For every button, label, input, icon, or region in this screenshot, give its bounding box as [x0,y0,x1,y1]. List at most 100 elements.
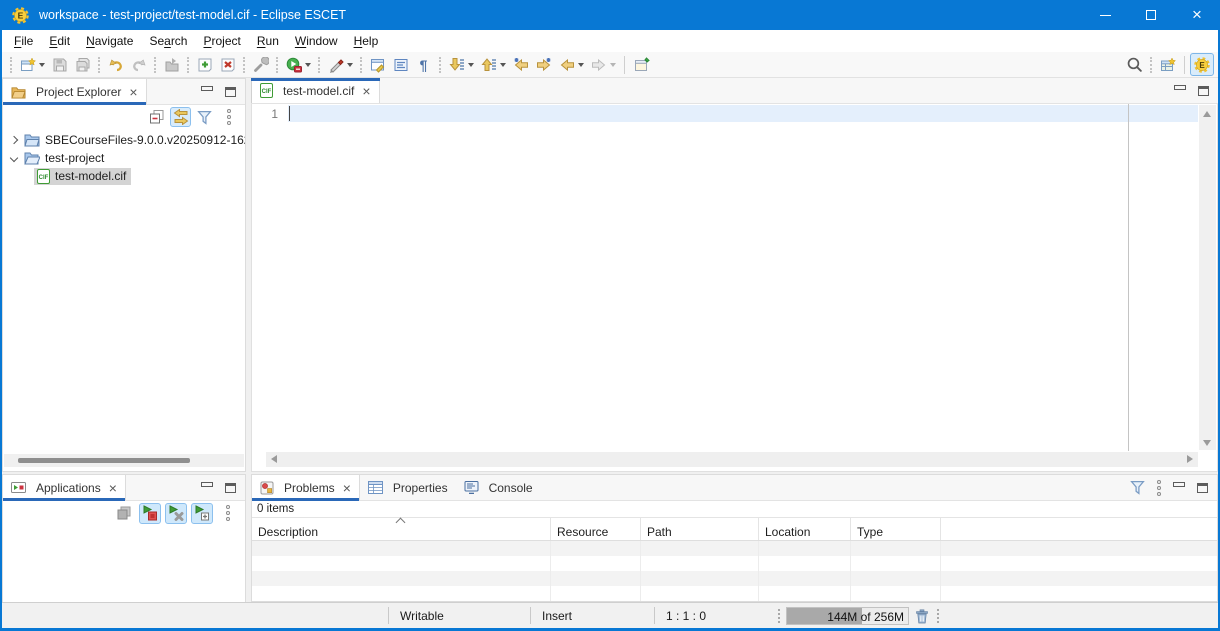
previous-annotation-dropdown[interactable] [500,63,506,67]
maximize-view-button[interactable] [225,87,236,97]
close-tab-icon[interactable]: × [343,481,351,495]
stacked-windows-button[interactable] [113,503,135,524]
terminate-application-button[interactable] [139,503,161,524]
status-grip[interactable] [937,609,939,623]
close-tab-icon[interactable]: × [129,85,137,99]
escet-perspective-button[interactable]: E [1190,53,1214,76]
external-tools-button[interactable] [324,54,347,76]
close-tab-icon[interactable]: × [109,481,117,495]
minimize-view-button[interactable] [201,482,213,487]
toolbar-grip[interactable] [318,57,320,73]
minimize-window-button[interactable] [1082,0,1128,30]
minimize-view-button[interactable] [1173,482,1185,487]
delete-item-button[interactable] [216,54,239,76]
block-selection-button[interactable] [389,54,412,76]
next-annotation-dropdown[interactable] [468,63,474,67]
external-tools-dropdown[interactable] [347,63,353,67]
save-button[interactable] [48,54,71,76]
applications-content[interactable] [3,525,245,603]
run-garbage-collector-button[interactable] [913,608,931,625]
new-wizard-button[interactable] [16,54,39,76]
collapse-all-button[interactable] [146,107,167,127]
open-perspective-button[interactable] [1156,54,1179,76]
show-whitespace-button[interactable]: ¶ [412,54,435,76]
problems-table-body[interactable] [252,541,1217,601]
view-menu-icon[interactable] [1157,480,1161,496]
tree-item-test-project[interactable]: test-project [3,149,245,167]
toolbar-grip[interactable] [276,57,278,73]
explorer-horizontal-scrollbar[interactable] [4,454,244,467]
back-dropdown[interactable] [578,63,584,67]
tab-problems[interactable]: Problems × [252,475,360,500]
toolbar-grip[interactable] [1150,57,1152,73]
view-menu-button[interactable] [218,107,239,127]
chevron-right-icon[interactable] [10,136,18,144]
filter-button[interactable] [194,107,215,127]
editor-horizontal-scrollbar[interactable] [266,452,1198,467]
tab-test-model-cif[interactable]: CIF test-model.cif × [251,78,380,103]
menu-navigate[interactable]: Navigate [78,31,141,51]
title-bar[interactable]: E workspace - test-project/test-model.ci… [0,0,1220,30]
tree-item-sbecoursefiles[interactable]: SBECourseFiles-9.0.0.v20250912-16241 [3,131,245,149]
tab-applications[interactable]: Applications × [3,475,126,500]
view-menu-button[interactable] [217,503,239,524]
status-grip[interactable] [778,609,780,623]
minimize-view-button[interactable] [201,86,213,91]
run-dropdown[interactable] [305,63,311,67]
scroll-left-icon[interactable] [271,455,277,463]
run-button[interactable] [282,54,305,76]
column-resource[interactable]: Resource [551,518,641,540]
previous-edit-location-button[interactable] [509,54,532,76]
mark-occurrences-button[interactable] [366,54,389,76]
tab-project-explorer[interactable]: Project Explorer × [3,79,147,104]
minimize-editor-button[interactable] [1174,85,1186,90]
heap-status-widget[interactable]: 144M of 256M [786,607,909,625]
back-button[interactable] [555,54,578,76]
toolbar-grip[interactable] [187,57,189,73]
chevron-down-icon[interactable] [10,154,18,162]
menu-run[interactable]: Run [249,31,287,51]
search-button[interactable] [1123,54,1146,76]
column-path[interactable]: Path [641,518,759,540]
tab-properties[interactable]: Properties [360,475,456,500]
forward-dropdown[interactable] [610,63,616,67]
new-wizard-dropdown[interactable] [39,63,45,67]
menu-help[interactable]: Help [346,31,387,51]
menu-edit[interactable]: Edit [41,31,78,51]
menu-file[interactable]: File [6,31,41,51]
close-window-button[interactable]: × [1174,0,1220,30]
wrench-button[interactable] [249,54,272,76]
auto-expand-application-button[interactable] [191,503,213,524]
next-edit-location-button[interactable] [532,54,555,76]
column-location[interactable]: Location [759,518,851,540]
maximize-editor-button[interactable] [1198,86,1209,96]
save-all-button[interactable] [71,54,94,76]
tree-item-test-model[interactable]: CIF test-model.cif [3,167,245,185]
forward-button[interactable] [587,54,610,76]
text-editor[interactable]: 1 [251,104,1218,472]
toolbar-grip[interactable] [360,57,362,73]
filter-icon[interactable] [1130,480,1145,495]
undo-button[interactable] [104,54,127,76]
toolbar-grip[interactable] [98,57,100,73]
maximize-view-button[interactable] [1197,483,1208,493]
link-with-editor-button[interactable] [170,107,191,127]
toolbar-grip[interactable] [243,57,245,73]
previous-annotation-button[interactable] [477,54,500,76]
editor-vertical-scrollbar[interactable] [1199,105,1216,450]
menu-window[interactable]: Window [287,31,346,51]
toolbar-grip[interactable] [154,57,156,73]
build-all-button[interactable] [160,54,183,76]
scrollbar-thumb[interactable] [18,458,190,463]
tab-console[interactable]: Console [456,475,541,500]
scroll-down-icon[interactable] [1203,440,1211,446]
scroll-right-icon[interactable] [1187,455,1193,463]
scroll-up-icon[interactable] [1203,111,1211,117]
pin-editor-button[interactable] [630,54,653,76]
redo-button[interactable] [127,54,150,76]
remove-application-button[interactable] [165,503,187,524]
close-tab-icon[interactable]: × [362,84,370,98]
maximize-view-button[interactable] [225,483,236,493]
maximize-window-button[interactable] [1128,0,1174,30]
toolbar-grip[interactable] [439,57,441,73]
